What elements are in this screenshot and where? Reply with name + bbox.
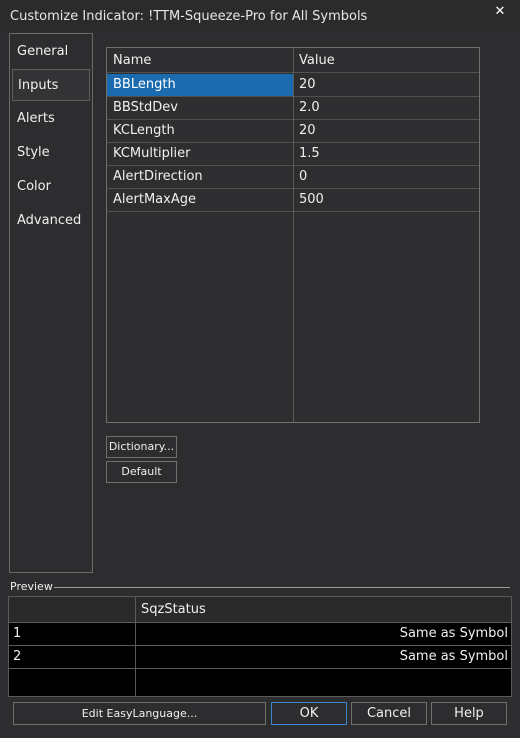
input-value[interactable]: 20: [294, 74, 479, 96]
ok-button[interactable]: OK: [271, 702, 347, 725]
nav-item-color[interactable]: Color: [12, 171, 90, 203]
column-divider[interactable]: [293, 48, 294, 422]
nav-item-alerts[interactable]: Alerts: [12, 103, 90, 135]
nav-item-style[interactable]: Style: [12, 137, 90, 169]
input-name[interactable]: KCLength: [107, 120, 293, 142]
preview-column-header: SqzStatus: [141, 602, 206, 617]
preview-row-value: Same as Symbol: [399, 649, 508, 664]
title-bar: Customize Indicator: !TTM-Squeeze-Pro fo…: [0, 0, 520, 32]
preview-row-value: Same as Symbol: [399, 626, 508, 641]
preview-row-number: 2: [13, 649, 22, 664]
input-name[interactable]: AlertMaxAge: [107, 189, 293, 211]
close-icon[interactable]: ✕: [486, 2, 514, 24]
input-value[interactable]: 0: [294, 166, 479, 188]
input-name[interactable]: BBLength: [107, 74, 293, 96]
nav-item-general[interactable]: General: [12, 36, 90, 68]
category-nav: General Inputs Alerts Style Color Advanc…: [9, 33, 93, 573]
default-button[interactable]: Default: [106, 461, 177, 483]
input-value[interactable]: 2.0: [294, 97, 479, 119]
input-value[interactable]: 20: [294, 120, 479, 142]
preview-row: 1 Same as Symbol: [9, 623, 511, 646]
input-name[interactable]: BBStdDev: [107, 97, 293, 119]
input-name[interactable]: AlertDirection: [107, 166, 293, 188]
input-value[interactable]: 500: [294, 189, 479, 211]
preview-header-divider: [135, 597, 136, 623]
dictionary-button[interactable]: Dictionary...: [106, 436, 177, 458]
help-button[interactable]: Help: [431, 702, 507, 725]
preview-label: Preview: [10, 580, 53, 593]
cancel-button[interactable]: Cancel: [351, 702, 427, 725]
edit-easylanguage-button[interactable]: Edit EasyLanguage...: [13, 702, 266, 725]
preview-divider: [54, 587, 510, 588]
preview-row: 2 Same as Symbol: [9, 646, 511, 669]
input-value[interactable]: 1.5: [294, 143, 479, 165]
preview-column-divider: [135, 623, 136, 696]
inputs-grid: Name Value BBLength 20 BBStdDev 2.0 KCLe…: [106, 47, 480, 423]
column-header-name[interactable]: Name: [107, 50, 293, 72]
preview-header-row: SqzStatus: [9, 597, 511, 623]
preview-table: SqzStatus 1 Same as Symbol 2 Same as Sym…: [8, 596, 512, 697]
preview-row-number: 1: [13, 626, 22, 641]
nav-item-advanced[interactable]: Advanced: [12, 205, 90, 237]
column-header-value[interactable]: Value: [294, 50, 479, 72]
input-name[interactable]: KCMultiplier: [107, 143, 293, 165]
window-title: Customize Indicator: !TTM-Squeeze-Pro fo…: [10, 9, 368, 24]
nav-item-inputs[interactable]: Inputs: [12, 69, 90, 101]
